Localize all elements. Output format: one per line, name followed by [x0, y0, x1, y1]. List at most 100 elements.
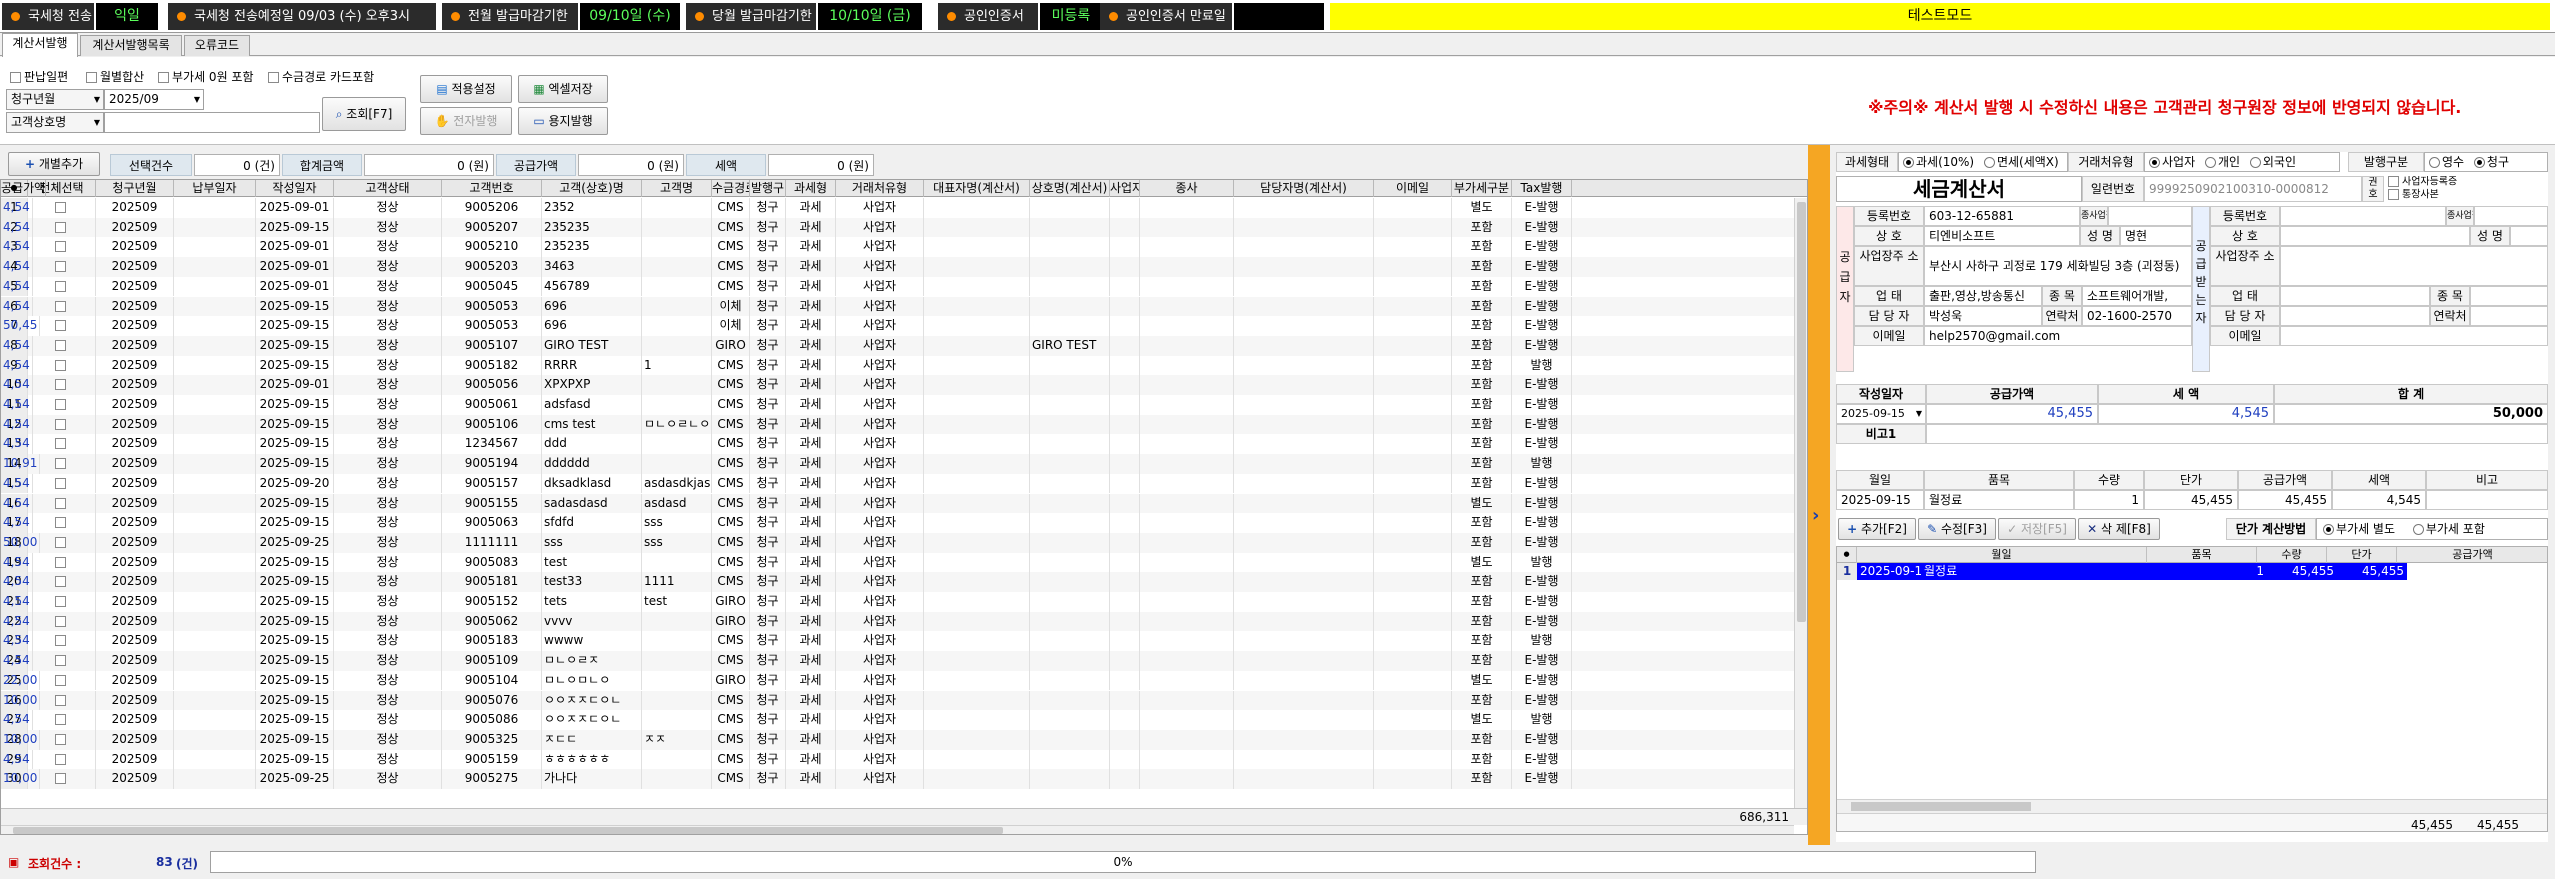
column-header[interactable]: 부가세구분: [1452, 180, 1512, 197]
column-header[interactable]: 청구년월: [96, 180, 174, 197]
checkbox-icon[interactable]: [54, 359, 66, 371]
tab-error-codes[interactable]: 오류코드: [184, 35, 250, 56]
checkbox-icon[interactable]: [54, 339, 66, 351]
checkbox-icon[interactable]: [54, 596, 66, 607]
remark-input[interactable]: [1926, 424, 2548, 444]
table-row[interactable]: 29 202509 2025-09-15 정상 9005159 ㅎㅎㅎㅎㅎㅎ CMS 청구 과세…: [1, 749, 1807, 770]
items-list-head[interactable]: 수량: [2257, 547, 2327, 563]
column-header[interactable]: 수금경로: [712, 180, 750, 197]
item-save-button[interactable]: ✓ 저장[F5]: [1998, 518, 2076, 540]
row-select[interactable]: [28, 198, 96, 218]
horizontal-scrollbar[interactable]: [1, 825, 1794, 834]
row-select[interactable]: [28, 473, 96, 494]
checkbox-icon[interactable]: [54, 438, 66, 450]
row-select[interactable]: [28, 631, 96, 652]
radio-icon[interactable]: [2323, 524, 2334, 535]
table-row[interactable]: 18 202509 2025-09-25 정상 1111111 sss sss CMS 청구 과세…: [1, 532, 1807, 553]
customer-search-input[interactable]: [104, 112, 320, 133]
table-row[interactable]: 28 202509 2025-09-15 정상 9005325 ㅈㄷㄷ ㅈㅈ CMS 청구 과세 사…: [1, 729, 1807, 750]
tax-type-options[interactable]: 과세(10%) 면세(세액X): [1898, 152, 2068, 172]
row-select[interactable]: [28, 296, 96, 317]
row-select[interactable]: [28, 217, 96, 238]
table-row[interactable]: 26 202509 2025-09-15 정상 9005076 ㅇㅇㅈㅈㄷㅇㄴ CMS 청구 과…: [1, 690, 1807, 711]
column-header[interactable]: 대표자명(계산서): [924, 180, 1030, 197]
row-select[interactable]: [28, 355, 96, 376]
column-header[interactable]: 상호명(계산서): [1030, 180, 1110, 197]
supplier-ceo-value[interactable]: 명현: [2120, 226, 2192, 246]
column-header[interactable]: 이메일: [1374, 180, 1452, 197]
checkbox-icon[interactable]: [54, 280, 66, 292]
buyer-tel-value[interactable]: [2470, 306, 2548, 326]
checkbox-icon[interactable]: [54, 714, 66, 726]
items-list-head[interactable]: 품목: [2147, 547, 2257, 563]
supplier-mgr-value[interactable]: 박성욱: [1924, 306, 2042, 326]
apply-settings-button[interactable]: ▤ 적용설정: [420, 75, 512, 103]
attach-checks[interactable]: 사업자등록증 통장사본: [2384, 176, 2548, 202]
row-select[interactable]: [28, 493, 96, 514]
row-select[interactable]: [28, 611, 96, 632]
radio-icon[interactable]: [2429, 157, 2440, 168]
partner-type-options[interactable]: 사업자 개인 외국인: [2144, 152, 2340, 172]
e-issue-button[interactable]: ✋ 전자발행: [420, 107, 512, 135]
items-row-cell[interactable]: 45,455: [2238, 490, 2332, 510]
checkbox-icon[interactable]: [54, 576, 66, 588]
scroll-thumb[interactable]: [1797, 202, 1806, 622]
table-row[interactable]: 3 202509 2025-09-01 정상 9005210 235235 CMS 청구 과세 사…: [1, 237, 1807, 258]
supplier-reg-value[interactable]: 603-12-65881: [1924, 206, 2080, 226]
items-row-cell[interactable]: 2025-09-15: [1836, 490, 1924, 510]
items-row-cell[interactable]: 45,455: [2144, 490, 2238, 510]
row-select[interactable]: [28, 749, 96, 770]
tab-invoice-issue[interactable]: 계산서발행: [2, 33, 78, 57]
checkbox-icon[interactable]: [54, 320, 66, 332]
table-row[interactable]: 15 202509 2025-09-20 정상 9005157 dksadklasd asd…: [1, 473, 1807, 494]
row-select[interactable]: [28, 552, 96, 573]
checkbox-icon[interactable]: [2388, 176, 2399, 187]
items-list-head[interactable]: 공급가액: [2397, 547, 2547, 563]
row-select[interactable]: [28, 395, 96, 415]
checkbox-icon[interactable]: [54, 674, 66, 686]
column-header[interactable]: 작성일자: [256, 180, 334, 197]
buyer-mgr-value[interactable]: [2280, 306, 2430, 326]
table-row[interactable]: 2 202509 2025-09-15 정상 9005207 235235 CMS 청구 과세 사…: [1, 217, 1807, 238]
column-header[interactable]: 고객(상호)명: [542, 180, 642, 197]
table-row[interactable]: 27 202509 2025-09-15 정상 9005086 ㅇㅇㅈㅈㄷㅇㄴ CMS 청구 과…: [1, 710, 1807, 730]
radio-icon[interactable]: [2204, 157, 2216, 168]
table-row[interactable]: 9 202509 2025-09-15 정상 9005182 RRRR 1 CMS 청구 과세 사업…: [1, 355, 1807, 376]
buyer-addr-value[interactable]: [2280, 246, 2548, 286]
customer-field-select[interactable]: 고객상호명 ▼: [6, 112, 104, 133]
items-row-cell[interactable]: [2426, 490, 2548, 510]
table-row[interactable]: 11 202509 2025-09-15 정상 9005061 adsfasd CMS 청구 과…: [1, 395, 1807, 415]
table-row[interactable]: 21 202509 2025-09-15 정상 9005152 tets test GIRO 청…: [1, 592, 1807, 612]
scroll-thumb[interactable]: [13, 827, 1003, 834]
supplier-tel-value[interactable]: 02-1600-2570: [2082, 306, 2192, 326]
checkbox-icon[interactable]: [54, 379, 66, 391]
checkbox-icon[interactable]: [54, 536, 66, 548]
table-row[interactable]: 10 202509 2025-09-01 정상 9005056 XPXPXP CMS 청구 과세…: [1, 375, 1807, 395]
checkbox-icon[interactable]: [54, 615, 66, 627]
filter-check-3[interactable]: 부가세 0원 포함: [158, 68, 254, 85]
buyer-ceo-value[interactable]: [2510, 226, 2548, 246]
checkbox-icon[interactable]: [54, 418, 66, 430]
row-select[interactable]: [28, 257, 96, 277]
table-row[interactable]: 24 202509 2025-09-15 정상 9005109 ㅁㄴㅇㄹㅈ CMS 청구 과세 사…: [1, 651, 1807, 671]
column-header[interactable]: 고객상태: [334, 180, 442, 197]
buyer-name-value[interactable]: [2280, 226, 2470, 246]
checkbox-icon[interactable]: [54, 458, 66, 470]
column-header[interactable]: 발행구: [750, 180, 786, 197]
panel-splitter[interactable]: ›: [1808, 145, 1830, 845]
row-select[interactable]: [28, 434, 96, 455]
checkbox-icon[interactable]: [54, 517, 66, 529]
filter-check-4[interactable]: 수금경로 카드포함: [268, 68, 374, 85]
items-row-cell[interactable]: 4,545: [2332, 490, 2426, 510]
item-delete-button[interactable]: ✕ 삭 제[F8]: [2078, 518, 2160, 540]
checkbox-icon[interactable]: [54, 477, 66, 489]
items-list-head[interactable]: 월일: [1857, 547, 2147, 563]
checkbox-icon[interactable]: [54, 694, 66, 706]
checkbox-icon[interactable]: [54, 399, 66, 410]
table-row[interactable]: 12 202509 2025-09-15 정상 9005106 cms test ㅁㄴㅇㄹㄴ…: [1, 414, 1807, 435]
buyer-email-value[interactable]: [2280, 326, 2548, 346]
checkbox-icon[interactable]: [54, 497, 66, 509]
excel-save-button[interactable]: ▦ 엑셀저장: [518, 75, 608, 103]
paper-issue-button[interactable]: ▭ 용지발행: [518, 107, 608, 135]
table-row[interactable]: 1 202509 2025-09-01 정상 9005206 2352 CMS 청구 과세 사업자…: [1, 198, 1807, 218]
